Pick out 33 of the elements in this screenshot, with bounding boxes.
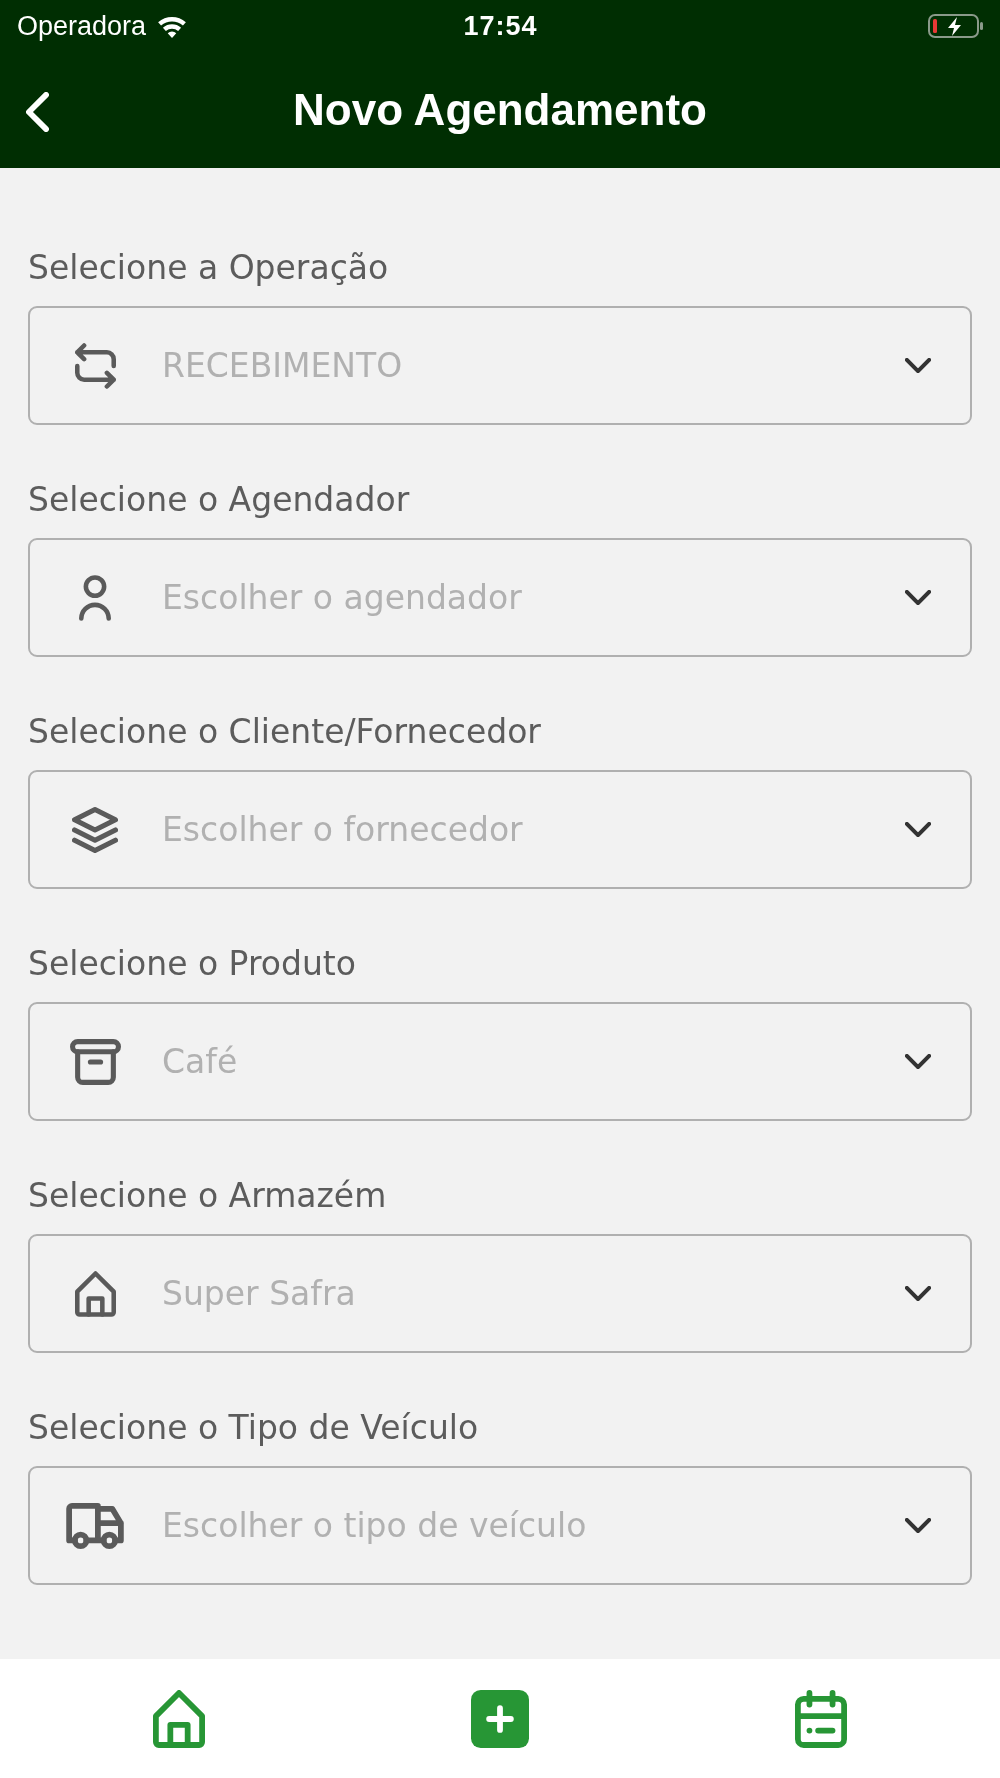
dropdown-field[interactable]: Escolher o tipo de veículo — [28, 1466, 972, 1585]
dropdown-field[interactable]: RECEBIMENTO — [28, 306, 972, 425]
back-icon[interactable] — [26, 92, 49, 132]
status-time: 17:54 — [463, 10, 538, 42]
chevron-down-icon — [905, 822, 931, 837]
person-icon — [79, 574, 111, 621]
chevron-down-icon — [905, 1518, 931, 1533]
field-label: Selecione o Agendador — [28, 480, 410, 520]
calendar-icon[interactable] — [795, 1689, 847, 1748]
dropdown-field[interactable]: Escolher o agendador — [28, 538, 972, 657]
carrier-name: Operadora — [17, 10, 147, 42]
wifi-icon — [156, 14, 189, 38]
dropdown-field[interactable]: Super Safra — [28, 1234, 972, 1353]
chevron-down-icon — [905, 1286, 931, 1301]
dropdown-field[interactable]: Escolher o fornecedor — [28, 770, 972, 889]
dropdown-field[interactable]: Café — [28, 1002, 972, 1121]
house-icon — [74, 1270, 116, 1317]
field-label: Selecione o Produto — [28, 944, 356, 984]
add-icon[interactable] — [471, 1689, 529, 1748]
chevron-down-icon — [905, 590, 931, 605]
field-label: Selecione o Armazém — [28, 1176, 387, 1216]
chevron-down-icon — [905, 358, 931, 373]
field-label: Selecione o Tipo de Veículo — [28, 1408, 479, 1448]
truck-icon — [66, 1502, 124, 1549]
chevron-down-icon — [905, 1054, 931, 1069]
battery-charging-icon — [928, 14, 984, 38]
field-label: Selecione o Cliente/Fornecedor — [28, 712, 541, 752]
swap-arrows-icon — [74, 342, 116, 389]
home-icon[interactable] — [153, 1689, 205, 1748]
page-title: Novo Agendamento — [293, 84, 707, 136]
archive-box-icon — [69, 1038, 121, 1085]
layers-icon — [72, 806, 118, 853]
field-label: Selecione a Operação — [28, 248, 389, 288]
